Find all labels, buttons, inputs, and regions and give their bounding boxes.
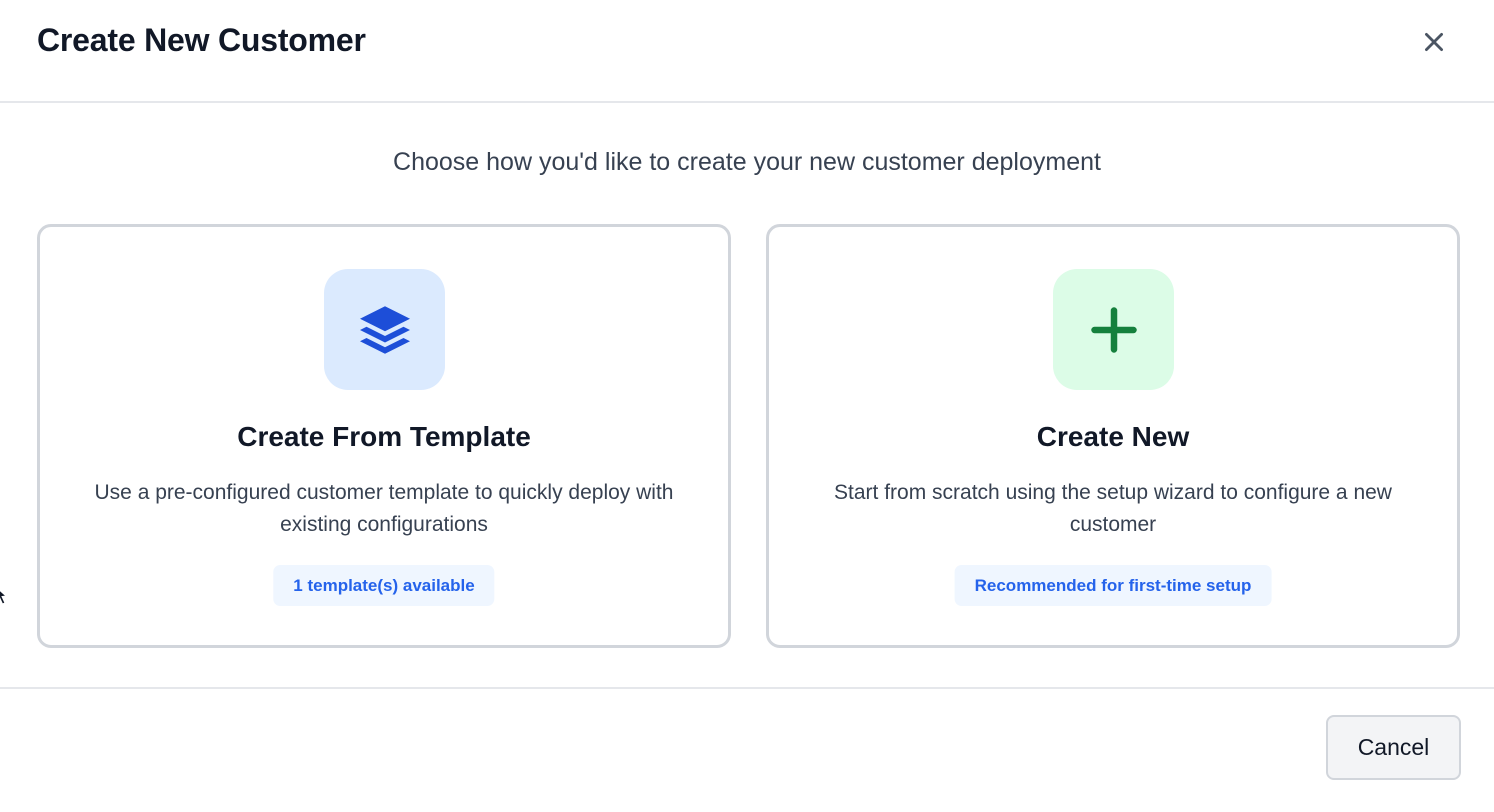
close-button[interactable] <box>1414 22 1454 62</box>
card-description: Use a pre-configured customer template t… <box>94 481 674 536</box>
plus-icon <box>1090 306 1137 353</box>
dialog-footer: Cancel <box>0 689 1494 812</box>
template-icon-container <box>324 269 445 390</box>
create-from-template-card[interactable]: Create From Template Use a pre-configure… <box>37 224 731 648</box>
create-new-icon-container <box>1053 269 1174 390</box>
dialog-subtitle: Choose how you'd like to create your new… <box>393 148 1101 176</box>
card-title: Create From Template <box>237 421 531 452</box>
dialog-title: Create New Customer <box>37 22 366 58</box>
create-customer-dialog: Create New Customer Choose how you'd lik… <box>0 0 1494 812</box>
layers-icon <box>359 305 410 354</box>
templates-available-badge: 1 template(s) available <box>273 565 495 606</box>
dialog-body: Choose how you'd like to create your new… <box>0 103 1494 689</box>
dialog-header: Create New Customer <box>0 0 1494 103</box>
card-description: Start from scratch using the setup wizar… <box>834 481 1392 536</box>
card-title: Create New <box>1036 421 1190 452</box>
close-icon <box>1425 33 1443 51</box>
mouse-cursor-icon <box>0 589 8 605</box>
cancel-button[interactable]: Cancel <box>1326 715 1461 780</box>
recommended-badge: Recommended for first-time setup <box>954 565 1272 606</box>
create-new-card[interactable]: Create New Start from scratch using the … <box>766 224 1460 648</box>
